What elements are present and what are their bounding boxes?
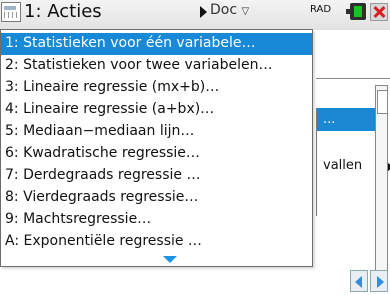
app-icon-grid (4, 12, 17, 18)
stats-app-icon (1, 2, 21, 22)
menu-item[interactable]: 6: Kwadratische regressie… (1, 143, 312, 165)
arrow-left-icon (355, 276, 362, 288)
angle-mode-label: RAD (310, 4, 332, 15)
menu-item[interactable]: 8: Vierdegraads regressie… (1, 187, 312, 209)
menu-title[interactable]: 1: Acties (24, 1, 102, 22)
scrollbar-thumb[interactable] (377, 90, 388, 114)
battery-nub (346, 9, 350, 14)
menu-item[interactable]: 2: Statistieken voor twee variabelen… (1, 55, 312, 77)
title-bar: 1: Acties Doc ▽ RAD (0, 0, 390, 31)
previous-page-button[interactable] (350, 270, 368, 292)
doc-tab[interactable]: Doc ▽ (210, 2, 249, 18)
page-navigation (350, 270, 390, 294)
scroll-more-arrow-icon[interactable] (163, 256, 177, 263)
menu-item[interactable]: A: Exponentiële regressie … (1, 231, 312, 253)
divider (316, 78, 390, 79)
menu-item[interactable]: 4: Lineaire regressie (a+bx)… (1, 99, 312, 121)
vertical-scrollbar[interactable] (375, 85, 388, 290)
chevron-right-icon[interactable] (200, 6, 207, 18)
chevron-down-icon: ▽ (241, 6, 250, 17)
battery-icon (346, 3, 366, 20)
menu-item[interactable]: 9: Machtsregressie… (1, 209, 312, 231)
battery-fill (354, 6, 362, 17)
menu-item[interactable]: 5: Mediaan−mediaan lijn… (1, 121, 312, 143)
app-icon-bars (4, 6, 16, 10)
background-submenu-label: ... (323, 112, 336, 127)
close-icon[interactable] (370, 3, 388, 21)
menu-item[interactable]: 1: Statistieken voor één variabele… (1, 33, 312, 55)
background-submenu-label: vallen (323, 158, 363, 173)
menu-item[interactable]: 7: Derdegraads regressie … (1, 165, 312, 187)
doc-tab-label: Doc (210, 2, 238, 18)
next-page-button[interactable] (370, 270, 388, 292)
arrow-right-icon (377, 276, 384, 288)
menu-item[interactable]: 3: Lineaire regressie (mx+b)… (1, 77, 312, 99)
actions-dropdown-menu: 1: Statistieken voor één variabele… 2: S… (0, 29, 313, 267)
menu-list: 1: Statistieken voor één variabele… 2: S… (1, 33, 312, 253)
